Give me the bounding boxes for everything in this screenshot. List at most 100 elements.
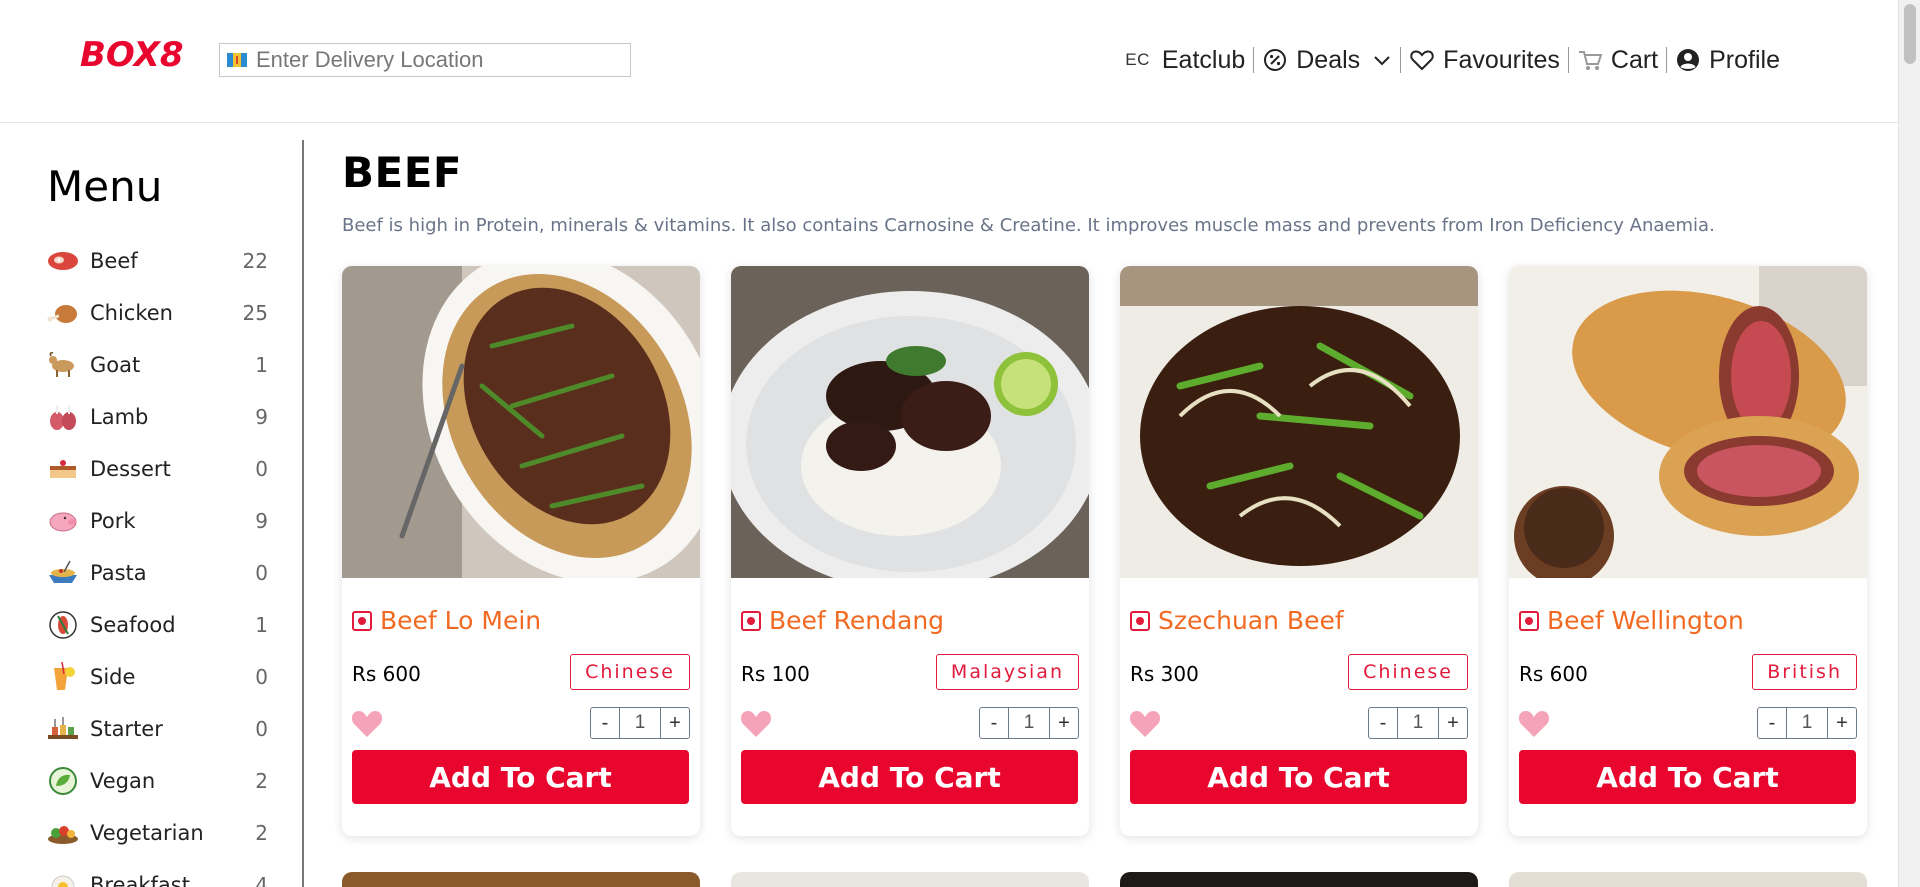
nav-favourites-label: Favourites	[1443, 45, 1560, 74]
menu-item-label: Pork	[90, 509, 136, 533]
menu-item-breakfast[interactable]: Breakfast 4	[46, 859, 268, 887]
dish-name[interactable]: Beef Rendang	[741, 606, 944, 635]
meat-icon	[46, 246, 80, 276]
menu-item-pasta[interactable]: Pasta 0	[46, 547, 268, 599]
quantity-value[interactable]: 1	[1398, 707, 1438, 739]
dish-image[interactable]	[1120, 266, 1478, 578]
chevron-down-icon[interactable]	[1372, 53, 1392, 67]
menu-item-count: 2	[255, 821, 268, 845]
add-to-cart-button[interactable]: Add To Cart	[741, 750, 1078, 804]
breakfast-icon	[46, 870, 80, 887]
increase-quantity-button[interactable]: +	[660, 707, 690, 739]
nav-deals[interactable]: Deals	[1254, 40, 1400, 80]
menu-item-count: 0	[255, 457, 268, 481]
menu-item-label: Lamb	[90, 405, 149, 429]
dish-price: Rs 300	[1130, 662, 1199, 686]
dish-name[interactable]: Beef Wellington	[1519, 606, 1744, 635]
heart-icon[interactable]	[350, 707, 384, 739]
add-to-cart-button[interactable]: Add To Cart	[1519, 750, 1856, 804]
delivery-location-input[interactable]	[256, 47, 626, 73]
drink-icon	[46, 662, 80, 692]
menu-item-goat[interactable]: Goat 1	[46, 339, 268, 391]
menu-item-starter[interactable]: Starter 0	[46, 703, 268, 755]
menu-item-vegetarian[interactable]: Vegetarian 2	[46, 807, 268, 859]
section-title: BEEF	[342, 148, 463, 197]
user-circle-icon	[1677, 49, 1700, 71]
dish-image[interactable]	[1509, 266, 1867, 578]
menu-item-label: Side	[90, 665, 136, 689]
menu-item-label: Vegetarian	[90, 821, 204, 845]
delivery-location-box[interactable]	[219, 43, 631, 77]
product-card: Beef Wellington Rs 600 British - 1 + Add…	[1509, 266, 1867, 836]
menu-item-beef[interactable]: Beef 22	[46, 235, 268, 287]
page-scrollbar[interactable]	[1898, 0, 1920, 887]
menu-item-pork[interactable]: Pork 9	[46, 495, 268, 547]
increase-quantity-button[interactable]: +	[1827, 707, 1857, 739]
goat-icon	[46, 350, 80, 380]
menu-item-label: Seafood	[90, 613, 176, 637]
menu-item-seafood[interactable]: Seafood 1	[46, 599, 268, 651]
dish-price: Rs 100	[741, 662, 810, 686]
menu-item-side[interactable]: Side 0	[46, 651, 268, 703]
dish-price: Rs 600	[1519, 662, 1588, 686]
menu-item-count: 1	[255, 613, 268, 637]
heart-outline-icon	[1410, 50, 1434, 71]
product-card-peek[interactable]	[731, 872, 1089, 887]
product-card-peek[interactable]	[342, 872, 700, 887]
quantity-value[interactable]: 1	[1009, 707, 1049, 739]
non-veg-icon	[741, 610, 761, 631]
menu-item-vegan[interactable]: Vegan 2	[46, 755, 268, 807]
menu-item-label: Goat	[90, 353, 141, 377]
add-to-cart-button[interactable]: Add To Cart	[1130, 750, 1467, 804]
product-card: Szechuan Beef Rs 300 Chinese - 1 + Add T…	[1120, 266, 1478, 836]
quantity-value[interactable]: 1	[1787, 707, 1827, 739]
eatclub-icon: EC	[1125, 50, 1150, 69]
dish-name[interactable]: Szechuan Beef	[1130, 606, 1344, 635]
nav-cart-label: Cart	[1610, 45, 1659, 74]
nav-favourites[interactable]: Favourites	[1401, 40, 1568, 80]
menu-item-lamb[interactable]: Lamb 9	[46, 391, 268, 443]
cart-icon	[1578, 51, 1603, 70]
increase-quantity-button[interactable]: +	[1438, 707, 1468, 739]
add-to-cart-button[interactable]: Add To Cart	[352, 750, 689, 804]
dish-image[interactable]	[342, 266, 700, 578]
quantity-value[interactable]: 1	[620, 707, 660, 739]
menu-item-dessert[interactable]: Dessert 0	[46, 443, 268, 495]
box8-logo[interactable]: BOX8	[78, 28, 200, 76]
nav-cart[interactable]: Cart	[1569, 40, 1666, 80]
menu-item-chicken[interactable]: Chicken 25	[46, 287, 268, 339]
menu-item-label: Starter	[90, 717, 163, 741]
product-card-peek[interactable]	[1509, 872, 1867, 887]
heart-icon[interactable]	[1517, 707, 1551, 739]
dish-name[interactable]: Beef Lo Mein	[352, 606, 541, 635]
nav-eatclub[interactable]: EC Eatclub	[1117, 40, 1253, 80]
pig-icon	[46, 506, 80, 536]
menu-item-count: 0	[255, 561, 268, 585]
product-card-peek[interactable]	[1120, 872, 1478, 887]
decrease-quantity-button[interactable]: -	[1368, 707, 1398, 739]
dish-name-text: Beef Lo Mein	[380, 606, 542, 635]
top-nav: EC Eatclub Deals Favourites Cart Profile	[1117, 40, 1788, 80]
map-icon	[227, 53, 247, 67]
increase-quantity-button[interactable]: +	[1049, 707, 1079, 739]
dish-image[interactable]	[731, 266, 1089, 578]
decrease-quantity-button[interactable]: -	[979, 707, 1009, 739]
menu-item-count: 2	[255, 769, 268, 793]
menu-item-label: Pasta	[90, 561, 147, 585]
heart-icon[interactable]	[1128, 707, 1162, 739]
nav-profile[interactable]: Profile	[1667, 40, 1788, 80]
non-veg-icon	[352, 610, 372, 631]
dish-name-text: Beef Rendang	[769, 606, 945, 635]
decrease-quantity-button[interactable]: -	[1757, 707, 1787, 739]
quantity-stepper: - 1 +	[1757, 707, 1857, 739]
scrollbar-thumb[interactable]	[1904, 4, 1916, 64]
cuisine-badge: Malaysian	[935, 654, 1079, 690]
decrease-quantity-button[interactable]: -	[590, 707, 620, 739]
menu-item-label: Chicken	[90, 301, 173, 325]
product-card: Beef Lo Mein Rs 600 Chinese - 1 + Add To…	[342, 266, 700, 836]
heart-icon[interactable]	[739, 707, 773, 739]
dish-name-text: Szechuan Beef	[1158, 606, 1344, 635]
menu-item-count: 0	[255, 665, 268, 689]
menu-item-label: Beef	[90, 249, 138, 273]
menu-item-label: Breakfast	[90, 873, 190, 887]
